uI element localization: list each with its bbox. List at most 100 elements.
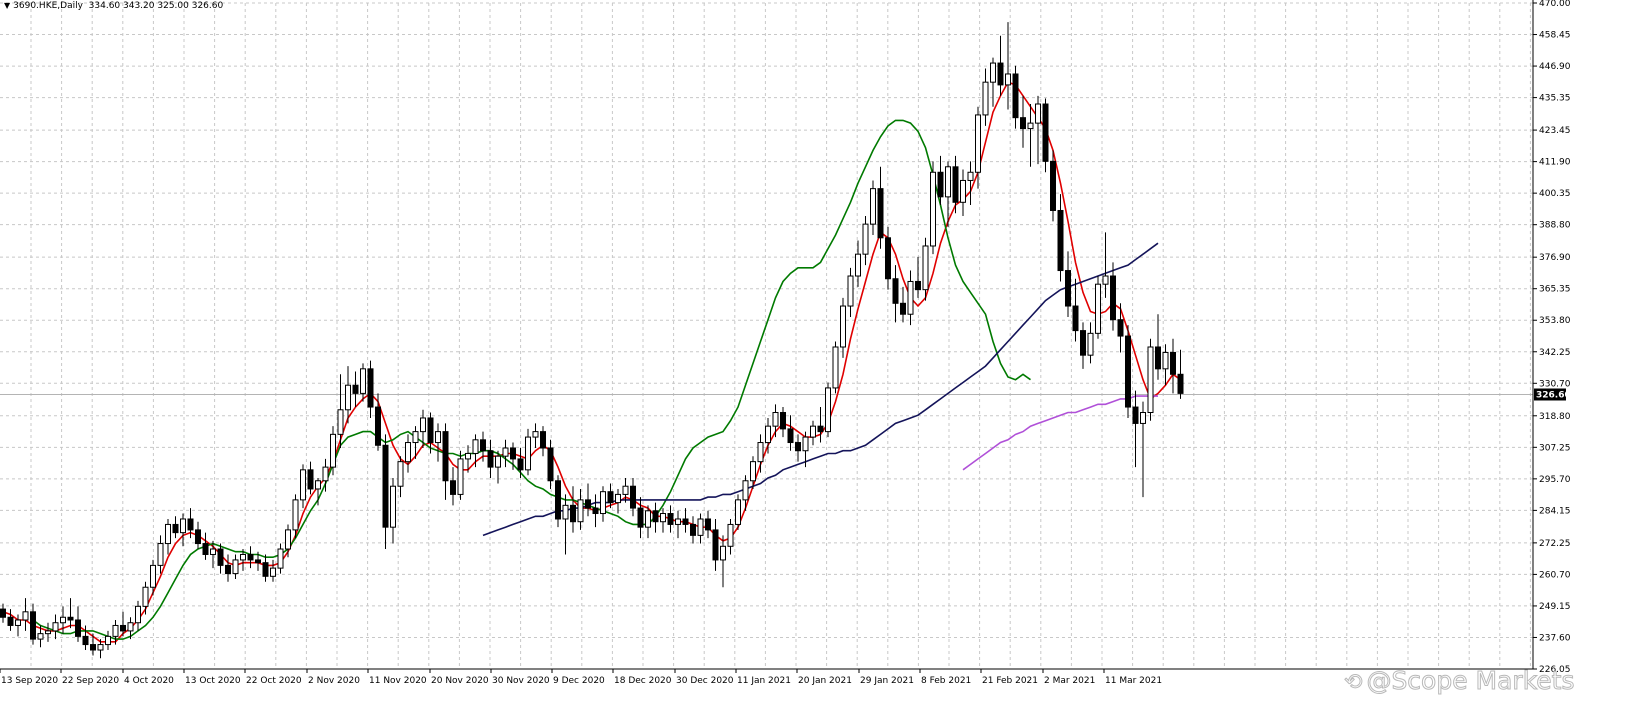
candle-body [30,611,36,640]
candle-body [277,548,284,569]
candle-body [150,564,156,588]
candle-body [525,436,531,471]
ohlc-readout: 334.60 343.20 325.00 326.60 [88,1,224,11]
dropdown-triangle-icon[interactable]: ▼ [4,1,10,10]
candle-body [757,442,764,463]
candle-body [1065,270,1071,307]
weibo-icon: ⟲ [1343,670,1363,696]
candle-body [322,466,329,482]
candle-body [900,302,906,315]
y-tick-label: 272.25 [1539,539,1571,549]
candle-body [1155,346,1161,370]
x-tick-label: 11 Jan 2021 [737,676,791,686]
candle-body [1147,346,1154,414]
candle-body [262,562,269,577]
candle-body [337,409,344,435]
x-tick-label: 2 Nov 2020 [308,676,360,686]
candle-body [315,480,321,490]
candle-body [180,518,186,534]
candle-body [60,616,66,624]
y-tick-label: 365.35 [1539,285,1571,295]
candle-body [960,179,966,203]
candle-body [705,518,711,531]
y-tick-label: 388.80 [1539,221,1571,231]
x-tick-label: 30 Dec 2020 [676,676,734,686]
candle-body [1020,117,1026,130]
candle-body [652,510,659,523]
candle-body [937,171,944,198]
candle-body [922,245,929,291]
candle-body [1132,406,1139,424]
candle-body [397,461,404,487]
candle-body [217,548,224,566]
candle-body [772,412,779,427]
x-tick-label: 22 Sep 2020 [62,676,119,686]
x-tick-label: 8 Feb 2021 [921,676,971,686]
candle-body [225,564,231,575]
candle-body [202,543,209,555]
candle-body [562,504,569,520]
candle-body [412,431,419,444]
candle-body [600,491,606,515]
x-tick-label: 20 Nov 2020 [431,676,489,686]
y-tick-label: 435.35 [1539,94,1571,104]
candle-body [870,188,876,225]
candle-body [1087,332,1094,356]
candle-body [360,368,366,394]
x-tick-label: 11 Mar 2021 [1105,676,1162,686]
candle-body [330,433,336,468]
y-tick-label: 318.80 [1539,412,1571,422]
last-price-label: 326.60 [1536,390,1571,400]
candle-body [82,635,89,646]
candle-body [847,275,854,307]
candle-body [405,442,411,463]
candle-body [345,384,351,411]
x-tick-label: 9 Dec 2020 [553,676,605,686]
candle-body [817,425,824,433]
candle-body [840,305,846,348]
watermark-text: @Scope Markets [1366,666,1575,696]
candle-body [585,499,591,509]
x-tick-label: 11 Nov 2020 [369,676,427,686]
y-tick-label: 307.25 [1539,443,1571,453]
candle-body [1102,275,1109,285]
candle-body [742,480,749,501]
candle-body [352,384,359,394]
y-tick-label: 342.25 [1539,348,1571,358]
candle-body [697,518,704,536]
candle-body [45,630,51,635]
candle-body [862,223,869,255]
candle-body [97,644,104,651]
candle-body [90,644,96,651]
candle-body [390,485,396,528]
candle-body [255,559,261,564]
candle-body [660,513,666,523]
y-tick-label: 353.80 [1539,316,1571,326]
candle-body [532,431,539,438]
candle-body [22,611,29,621]
candle-body [945,166,951,198]
candle-body [457,458,464,495]
y-tick-label: 249.15 [1539,602,1571,612]
candle-body [892,278,899,304]
candle-body [105,635,111,646]
price-chart[interactable]: 470.00 458.45 446.90 435.35 423.45 411.90 400.… [0,0,1634,725]
candle-body [1170,351,1176,375]
y-tick-label: 237.60 [1539,633,1571,643]
candle-body [720,545,726,561]
candle-body [232,559,239,575]
candle-body [1095,283,1101,334]
candle-body [517,458,524,471]
candle-body [382,444,389,528]
candle-body [615,493,621,504]
candle-body [1027,122,1034,130]
candle-body [787,428,794,444]
candle-body [37,633,44,640]
candle-body [75,619,81,637]
candle-body [825,387,831,433]
candle-body [1117,319,1124,337]
candle-body [420,417,426,433]
candle-body [480,439,486,452]
candle-body [367,368,374,408]
symbol-label: 3690.HKE,Daily [13,1,83,11]
